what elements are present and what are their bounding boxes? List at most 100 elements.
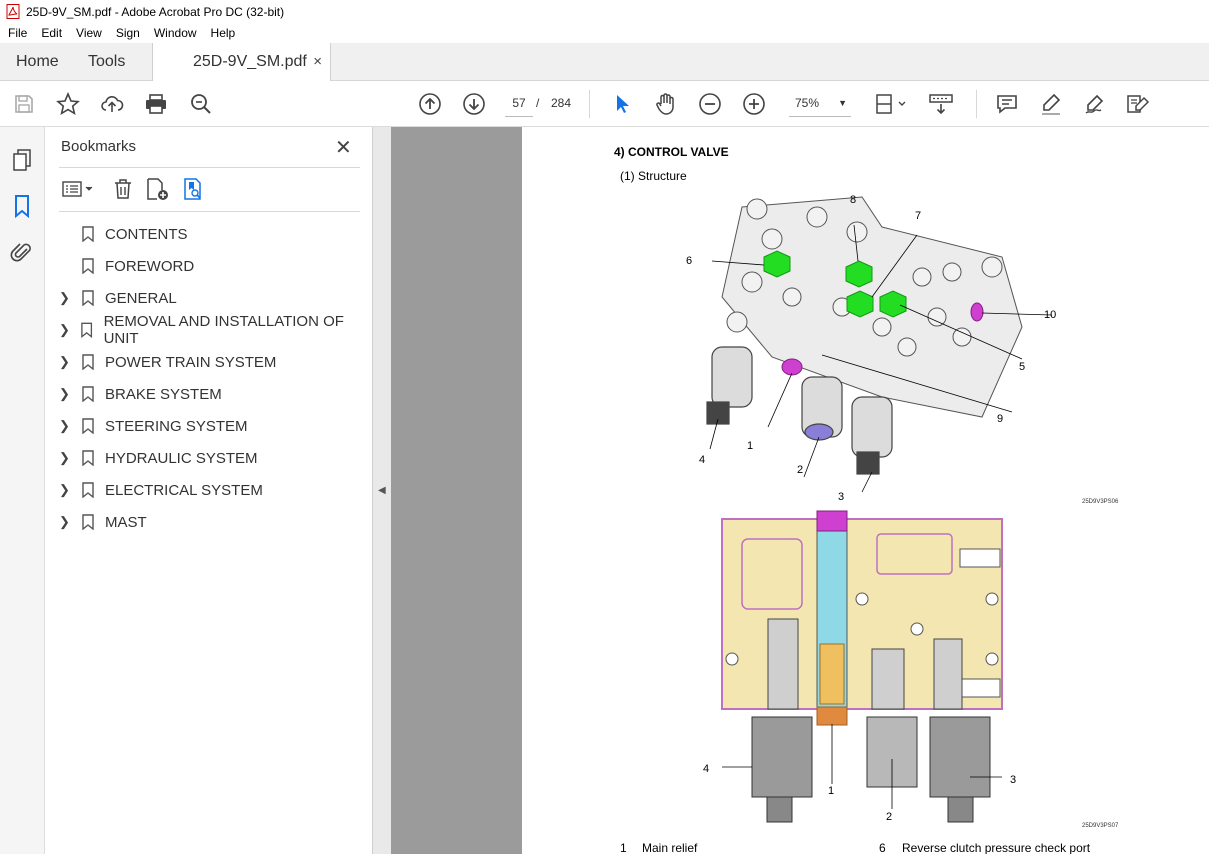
chevron-right-icon[interactable]: ❯ [59,482,73,498]
control-valve-section-figure [721,510,1003,823]
chevron-right-icon[interactable]: ❯ [59,514,73,530]
print-icon[interactable] [143,91,169,117]
chevron-right-icon[interactable]: ❯ [59,418,73,434]
bookmark-flag-icon [82,450,94,466]
upload-cloud-icon[interactable] [99,91,125,117]
callout-9: 9 [997,413,1004,425]
zoom-out-icon[interactable] [697,91,723,117]
legend-text-1: Main relief [642,841,698,854]
delete-bookmark-icon[interactable] [111,176,135,202]
tab-home[interactable]: Home [16,43,59,80]
bookmark-flag-icon [82,354,94,370]
collapse-left-icon: ◀ [378,485,386,496]
menu-file[interactable]: File [0,26,33,40]
pdf-page: 4) CONTROL VALVE (1) Structure 8 7 6 10 … [522,127,1209,854]
section-callout-4: 4 [703,763,710,775]
bookmark-label: POWER TRAIN SYSTEM [105,353,277,371]
menu-view[interactable]: View [68,26,108,40]
bookmark-flag-icon [82,386,94,402]
page-separator: / [536,96,540,110]
bookmark-hydraulic-system[interactable]: ❯ HYDRAULIC SYSTEM [59,445,369,471]
close-tab-icon[interactable]: × [313,53,322,70]
next-page-icon[interactable] [461,91,487,117]
bookmark-mast[interactable]: ❯ MAST [59,509,369,535]
zoom-in-icon[interactable] [741,91,767,117]
toolbar [0,81,1209,127]
star-bookmark-icon[interactable] [55,91,81,117]
page-number-input[interactable]: 57 [505,90,533,117]
bookmark-brake-system[interactable]: ❯ BRAKE SYSTEM [59,381,369,407]
bookmark-contents[interactable]: CONTENTS [59,221,369,247]
legend-num-6: 6 [879,841,886,854]
new-bookmark-icon[interactable] [145,176,171,202]
page-thumbnails-icon[interactable] [10,148,34,172]
scroll-mode-icon[interactable] [928,91,954,117]
callout-5: 5 [1019,361,1026,373]
section-callout-1: 1 [828,785,835,797]
callout-4: 4 [699,454,706,466]
title-bar: 25D-9V_SM.pdf - Adobe Acrobat Pro DC (32… [0,0,1209,23]
save-icon[interactable] [11,91,37,117]
bookmark-options-button[interactable] [61,176,95,202]
callout-3: 3 [838,491,845,503]
bookmark-removal-installation[interactable]: ❯ REMOVAL AND INSTALLATION OF UNIT [59,313,369,347]
figure-ref-2: 25D9V3PS07 [1082,823,1119,829]
page-layout-icon[interactable] [873,91,909,117]
tab-document[interactable]: 25D-9V_SM.pdf × [152,43,331,81]
bookmark-flag-icon [82,482,94,498]
tab-bar: Home Tools 25D-9V_SM.pdf × [0,43,1209,81]
bookmark-foreword[interactable]: FOREWORD [59,253,369,279]
bookmark-steering-system[interactable]: ❯ STEERING SYSTEM [59,413,369,439]
bookmark-label: CONTENTS [105,225,188,243]
attachments-paperclip-icon[interactable] [10,240,34,264]
menu-edit[interactable]: Edit [33,26,68,40]
menu-help[interactable]: Help [203,26,242,40]
bookmark-general[interactable]: ❯ GENERAL [59,285,369,311]
bookmark-flag-icon [82,290,94,306]
legend-num-1: 1 [620,841,627,854]
window-title: 25D-9V_SM.pdf - Adobe Acrobat Pro DC (32… [26,4,285,19]
callout-7: 7 [915,210,922,222]
hand-tool-icon[interactable] [653,91,679,117]
find-bookmark-icon[interactable] [181,176,205,202]
chevron-down-icon: ▼ [838,98,847,108]
edit-pdf-icon[interactable] [1125,91,1151,117]
bookmark-label: FOREWORD [105,257,195,275]
comment-icon[interactable] [994,91,1020,117]
chevron-right-icon[interactable]: ❯ [59,322,72,338]
menu-window[interactable]: Window [146,26,203,40]
menu-sign[interactable]: Sign [108,26,146,40]
document-viewer[interactable]: 4) CONTROL VALVE (1) Structure 8 7 6 10 … [391,127,1209,854]
close-panel-icon[interactable]: ✕ [335,135,352,160]
section-callout-2: 2 [886,811,893,823]
zoom-select[interactable]: 75% ▼ [789,90,851,117]
bookmarks-panel: Bookmarks ✕ CONTENTS FOREWORD ❯ GENERAL … [45,127,373,854]
select-cursor-icon[interactable] [609,91,635,117]
search-zoom-icon[interactable] [188,91,214,117]
bookmark-flag-icon [82,418,94,434]
bookmark-power-train[interactable]: ❯ POWER TRAIN SYSTEM [59,349,369,375]
bookmark-label: ELECTRICAL SYSTEM [105,481,263,499]
draw-signature-icon[interactable] [1082,91,1108,117]
highlight-pen-icon[interactable] [1038,91,1064,117]
chevron-right-icon[interactable]: ❯ [59,354,73,370]
menu-bar: File Edit View Sign Window Help [0,23,1209,43]
bookmark-label: GENERAL [105,289,177,307]
panel-collapse-handle[interactable]: ◀ [373,127,391,854]
bookmarks-panel-title: Bookmarks [61,138,137,155]
section-heading: 4) CONTROL VALVE [614,145,729,159]
bookmark-electrical-system[interactable]: ❯ ELECTRICAL SYSTEM [59,477,369,503]
bookmark-flag-icon [82,514,94,530]
tab-tools[interactable]: Tools [88,43,125,80]
previous-page-icon[interactable] [417,91,443,117]
bookmark-flag-icon [82,258,94,274]
bookmarks-icon[interactable] [10,194,34,219]
chevron-right-icon[interactable]: ❯ [59,386,73,402]
chevron-right-icon[interactable]: ❯ [59,290,73,306]
legend-text-6: Reverse clutch pressure check port [902,841,1091,854]
zoom-value: 75% [795,96,820,110]
chevron-right-icon[interactable]: ❯ [59,450,73,466]
pdf-file-icon [6,4,20,19]
bookmark-flag-icon [81,322,93,338]
bookmark-label: HYDRAULIC SYSTEM [105,449,258,467]
